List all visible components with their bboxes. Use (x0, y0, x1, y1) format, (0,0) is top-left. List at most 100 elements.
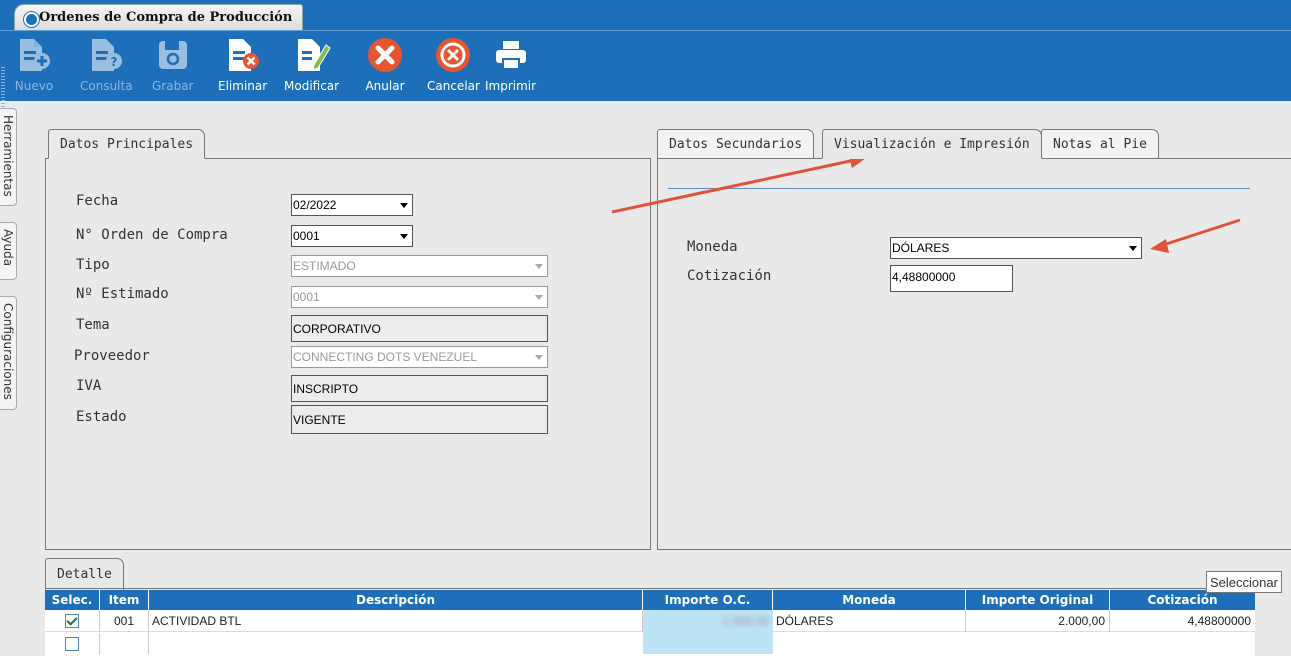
window-app-icon (24, 12, 39, 27)
modificar-button[interactable]: Modificar (284, 35, 339, 93)
col-header-importe-original[interactable]: Importe Original (966, 590, 1110, 610)
grid-gutter (1255, 590, 1291, 655)
chevron-down-icon (400, 234, 408, 239)
importe-oc-value: 2.000,00 (722, 614, 769, 628)
estimado-value: 0001 (293, 290, 320, 304)
moneda-label: Moneda (687, 239, 738, 255)
consulta-button[interactable]: ? Consulta (80, 35, 133, 93)
tema-field[interactable]: CORPORATIVO (291, 315, 548, 342)
window-tab[interactable]: Ordenes de Compra de Producción (14, 4, 304, 30)
eliminar-label: Eliminar (218, 79, 268, 93)
proveedor-value: CONNECTING DOTS VENEZUEL (293, 350, 478, 364)
imprimir-button[interactable]: Imprimir (485, 35, 536, 93)
side-tab-configuraciones[interactable]: Configuraciones (0, 296, 17, 410)
estado-value: VIGENTE (293, 413, 346, 427)
tab-label: Visualización e Impresión (834, 136, 1030, 152)
row-importe-oc[interactable]: 2.000,00 (643, 610, 773, 632)
fecha-value: 02/2022 (293, 198, 337, 212)
datos-principales-panel: Fecha 02/2022 N° Orden de Compra 0001 Ti… (45, 158, 651, 550)
detail-tab-line (45, 588, 1255, 589)
tipo-select[interactable]: ESTIMADO (291, 255, 548, 277)
tipo-label: Tipo (76, 257, 110, 273)
row-cotizacion: 4,48800000 (1187, 614, 1251, 628)
checkbox-checked[interactable] (65, 614, 79, 628)
col-header-cotizacion[interactable]: Cotización (1110, 590, 1255, 610)
grabar-label: Grabar (152, 79, 194, 93)
imprimir-label: Imprimir (485, 79, 537, 93)
window-title-bar: Ordenes de Compra de Producción (0, 0, 1291, 30)
tab-notas-al-pie[interactable]: Notas al Pie (1041, 129, 1159, 158)
cancelar-button[interactable]: Cancelar (427, 35, 480, 93)
side-tab-ayuda[interactable]: Ayuda (0, 222, 17, 280)
estado-label: Estado (76, 409, 127, 425)
consulta-label: Consulta (80, 79, 133, 93)
iva-label: IVA (76, 378, 102, 394)
tab-visualizacion-impresion[interactable]: Visualización e Impresión (822, 129, 1042, 159)
nuevo-label: Nuevo (14, 79, 54, 93)
orden-compra-select[interactable]: 0001 (291, 225, 413, 247)
proveedor-label: Proveedor (74, 348, 150, 364)
row-select-cell[interactable] (45, 610, 100, 632)
tab-datos-secundarios[interactable]: Datos Secundarios (657, 129, 815, 158)
save-disk-icon (153, 35, 193, 75)
fecha-select[interactable]: 02/2022 (291, 194, 413, 216)
cotizacion-value: 4,48800000 (892, 270, 956, 284)
anular-button[interactable]: Anular (365, 35, 405, 93)
moneda-value: DÓLARES (892, 241, 950, 255)
row-moneda: DÓLARES (773, 610, 966, 632)
row-item: 001 (100, 610, 149, 632)
estimado-label: Nº Estimado (76, 286, 169, 302)
iva-field[interactable]: INSCRIPTO (291, 375, 548, 402)
nuevo-button[interactable]: Nuevo (14, 35, 54, 93)
checkbox-unchecked[interactable] (65, 637, 79, 651)
tema-value: CORPORATIVO (293, 322, 381, 336)
anular-label: Anular (365, 79, 405, 93)
tooltip-text: Seleccionar (1210, 574, 1278, 590)
side-tab-label: Configuraciones (1, 303, 15, 400)
col-header-importe-oc[interactable]: Importe O.C. (643, 590, 773, 610)
tema-label: Tema (76, 317, 110, 333)
estimado-select[interactable]: 0001 (291, 286, 548, 308)
cotizacion-field[interactable]: 4,48800000 (890, 265, 1013, 292)
tab-datos-principales[interactable]: Datos Principales (48, 129, 206, 159)
row-descripcion: ACTIVIDAD BTL (149, 610, 643, 632)
eliminar-button[interactable]: Eliminar (218, 35, 267, 93)
grabar-button[interactable]: Grabar (152, 35, 194, 93)
tab-label: Detalle (57, 567, 112, 582)
tab-detalle[interactable]: Detalle (45, 558, 124, 590)
col-header-selec[interactable]: Selec. (45, 590, 100, 610)
new-document-icon (14, 35, 54, 75)
svg-text:?: ? (111, 55, 118, 69)
printer-icon (491, 35, 531, 75)
side-tab-herramientas[interactable]: Herramientas (0, 108, 17, 206)
cancel-circle-icon (433, 35, 473, 75)
row-select-cell[interactable] (45, 633, 100, 655)
edit-document-icon (292, 35, 332, 75)
col-header-descripcion[interactable]: Descripción (149, 590, 643, 610)
orden-compra-value: 0001 (293, 229, 320, 243)
window-title: Ordenes de Compra de Producción (39, 10, 293, 25)
section-divider (668, 188, 1250, 189)
col-header-moneda[interactable]: Moneda (773, 590, 966, 610)
orden-compra-label: N° Orden de Compra (76, 227, 228, 243)
proveedor-select[interactable]: CONNECTING DOTS VENEZUEL (291, 346, 548, 368)
visualizacion-panel: Moneda DÓLARES Cotización 4,48800000 (657, 158, 1291, 550)
cancel-x-icon (365, 35, 405, 75)
tooltip: Seleccionar (1206, 571, 1282, 593)
col-header-item[interactable]: Item (100, 590, 149, 610)
fecha-label: Fecha (76, 193, 119, 209)
row-importe-oc[interactable] (643, 632, 773, 654)
row-importe-original: 2.000,00 (966, 610, 1110, 632)
delete-document-icon (223, 35, 263, 75)
tab-label: Datos Secundarios (669, 136, 803, 152)
moneda-select[interactable]: DÓLARES (890, 237, 1142, 259)
query-document-icon: ? (86, 35, 126, 75)
iva-value: INSCRIPTO (293, 382, 359, 396)
cancelar-label: Cancelar (427, 79, 480, 93)
tipo-value: ESTIMADO (293, 259, 356, 273)
estado-field[interactable]: VIGENTE (291, 405, 548, 434)
chevron-down-icon (1129, 246, 1137, 251)
cotizacion-label: Cotización (687, 268, 772, 284)
chevron-down-icon (535, 355, 543, 360)
side-tab-label: Ayuda (1, 229, 15, 267)
